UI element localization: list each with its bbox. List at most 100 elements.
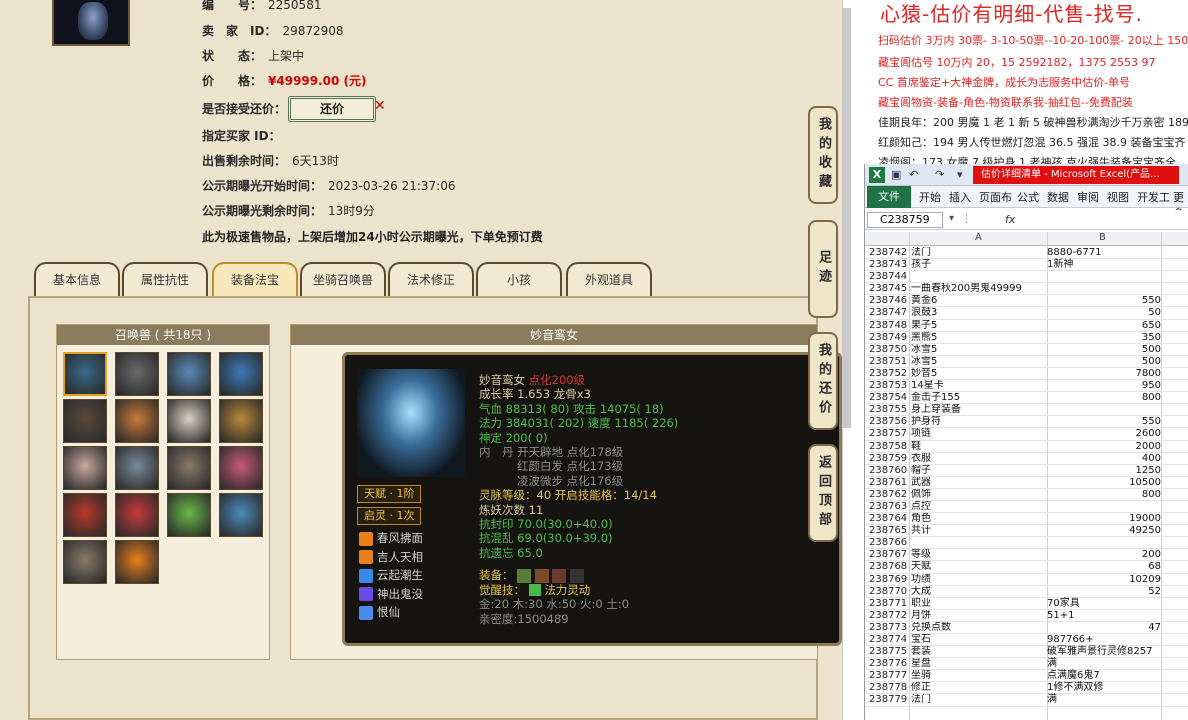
cell-a[interactable]: 黑熊5 [911,332,1047,344]
column-b-header[interactable]: B [1099,232,1106,243]
sheet-row[interactable]: 238745 一曲春秋200男鬼49999 [865,283,1188,296]
cell-a[interactable]: 果子5 [911,320,1047,332]
redo-icon[interactable]: ↷ [935,168,944,181]
cell-b[interactable]: 1250 [1047,465,1161,477]
my-favorites-button[interactable]: 我的收藏 [808,106,838,204]
sheet-row[interactable]: 238779 法门满 [865,694,1188,707]
row-number[interactable]: 238763 [869,501,909,513]
ribbon-tab-view[interactable]: 视图 [1107,189,1129,205]
sheet-row[interactable]: 238761 武器 10500 [865,477,1188,489]
cell-b[interactable]: 500 [1047,356,1161,368]
summon-slot[interactable] [63,352,107,396]
sheet-row[interactable]: 238755 身上穿装备 [865,404,1188,417]
summon-slot[interactable] [167,399,211,443]
cell-a[interactable]: 兑换点数 [911,622,1047,634]
row-number[interactable]: 238779 [869,694,909,706]
cell-b[interactable]: 2600 [1047,428,1161,440]
sheet-row[interactable]: 238754 金击子155 800 [865,392,1188,405]
my-offers-button[interactable]: 我的还价 [808,332,838,430]
summon-slot[interactable] [167,493,211,537]
sheet-row[interactable]: 238752 妙音5 7800 [865,368,1188,381]
sheet-row[interactable]: 238759 衣服 400 [865,453,1188,465]
row-number[interactable]: 238746 [869,295,909,307]
row-number[interactable]: 238777 [869,670,909,682]
skill-item[interactable]: 恨仙 [359,603,400,621]
cell-a[interactable]: 浪鼓3 [911,307,1047,319]
cell-a[interactable]: 身上穿装备 [911,404,1047,416]
sheet-row[interactable]: 238753 14星卡 950 [865,380,1188,393]
summon-slot[interactable] [219,399,263,443]
sheet-row[interactable]: 238774 宝石 987766+ [865,634,1188,647]
ribbon-tab-file[interactable]: 文件 [867,186,911,208]
cell-b[interactable]: 550 [1047,416,1161,428]
cell-b[interactable]: 950 [1047,380,1161,392]
row-number[interactable]: 238774 [869,634,909,646]
sheet-row[interactable]: 238748 果子5 650 [865,320,1188,332]
row-number[interactable]: 238765 [869,525,909,537]
equip-slot-2-icon[interactable] [534,568,549,583]
sheet-row[interactable]: 238756 护身符 550 [865,416,1188,429]
cell-b[interactable]: 500 [1047,344,1161,356]
cell-b[interactable]: 987766+ [1047,634,1161,646]
row-number[interactable]: 238745 [869,283,909,295]
cell-b[interactable]: 满 [1047,658,1161,670]
summon-slot[interactable] [115,352,159,396]
row-number[interactable]: 238747 [869,307,909,319]
summon-slot[interactable] [219,446,263,490]
row-number[interactable]: 238778 [869,682,909,694]
cell-b[interactable]: 800 [1047,489,1161,501]
summon-slot[interactable] [115,399,159,443]
cell-b[interactable]: 满 [1047,694,1161,706]
row-number[interactable]: 238758 [869,441,909,453]
cell-a[interactable]: 冰雪5 [911,356,1047,368]
row-number[interactable]: 238770 [869,586,909,598]
tab-spell-modifiers[interactable]: 法术修正 [388,262,474,296]
row-number[interactable]: 238749 [869,332,909,344]
sheet-row[interactable]: 238770 大成 52 [865,586,1188,598]
sheet-row[interactable]: 238769 功绩 10209 [865,574,1188,586]
sheet-row[interactable]: 238763 点控 [865,501,1188,514]
sheet-row[interactable]: 238750 冰雪5 500 [865,344,1188,356]
row-number[interactable]: 238769 [869,574,909,586]
row-number[interactable]: 238764 [869,513,909,525]
tab-attributes[interactable]: 属性抗性 [122,262,208,296]
summon-slot[interactable] [63,446,107,490]
cell-a[interactable]: 衣服 [911,453,1047,465]
cell-b[interactable]: 550 [1047,295,1161,307]
row-number[interactable]: 238768 [869,561,909,573]
cell-b[interactable]: 点满魔6鬼7 [1047,670,1161,682]
cell-b[interactable]: 50 [1047,307,1161,319]
cell-a[interactable]: 坐骑 [911,670,1047,682]
summon-slot[interactable] [167,352,211,396]
ribbon-tab-data[interactable]: 数据 [1047,189,1069,205]
sheet-row[interactable]: 238746 黄金6 550 [865,295,1188,308]
cell-a[interactable]: 法门 [911,247,1047,259]
sheet-row[interactable]: 238747 浪鼓3 50 [865,307,1188,320]
formula-bar-options-icon[interactable]: ⋮ [961,212,972,225]
cell-a[interactable]: 大成 [911,586,1047,598]
sheet-row[interactable]: 238772 月饼 51+1 [865,610,1188,622]
cell-a[interactable]: 宝石 [911,634,1047,646]
sheet-row[interactable]: 238742 法门 8880-6771 [865,247,1188,260]
cell-a[interactable]: 等级 [911,549,1047,561]
skill-item[interactable]: 神出鬼没 [359,585,423,603]
cell-a[interactable]: 点控 [911,501,1047,513]
row-number[interactable]: 238759 [869,453,909,465]
sheet-row[interactable]: 238767 等级 200 [865,549,1188,562]
cell-a[interactable]: 修正 [911,682,1047,694]
sheet-row[interactable]: 238777 坐骑 点满魔6鬼7 [865,670,1188,683]
row-number[interactable]: 238771 [869,598,909,610]
summon-slot[interactable] [115,446,159,490]
sheet-row[interactable]: 238775 套装 破军雅声景行灵修8257 [865,646,1188,659]
ribbon-tab-page-layout[interactable]: 页面布 [979,189,1012,205]
cell-a[interactable]: 角色 [911,513,1047,525]
sheet-row[interactable]: 238743 孩子 1新神 [865,259,1188,272]
cell-a[interactable]: 法门 [911,694,1047,706]
cell-a[interactable]: 妙音5 [911,368,1047,380]
row-number[interactable]: 238767 [869,549,909,561]
row-number[interactable]: 238761 [869,477,909,489]
cell-a[interactable]: 佩饰 [911,489,1047,501]
summon-slot[interactable] [63,540,107,584]
cell-b[interactable]: 1新神 [1047,259,1161,271]
equip-slot-3-icon[interactable] [552,568,567,583]
